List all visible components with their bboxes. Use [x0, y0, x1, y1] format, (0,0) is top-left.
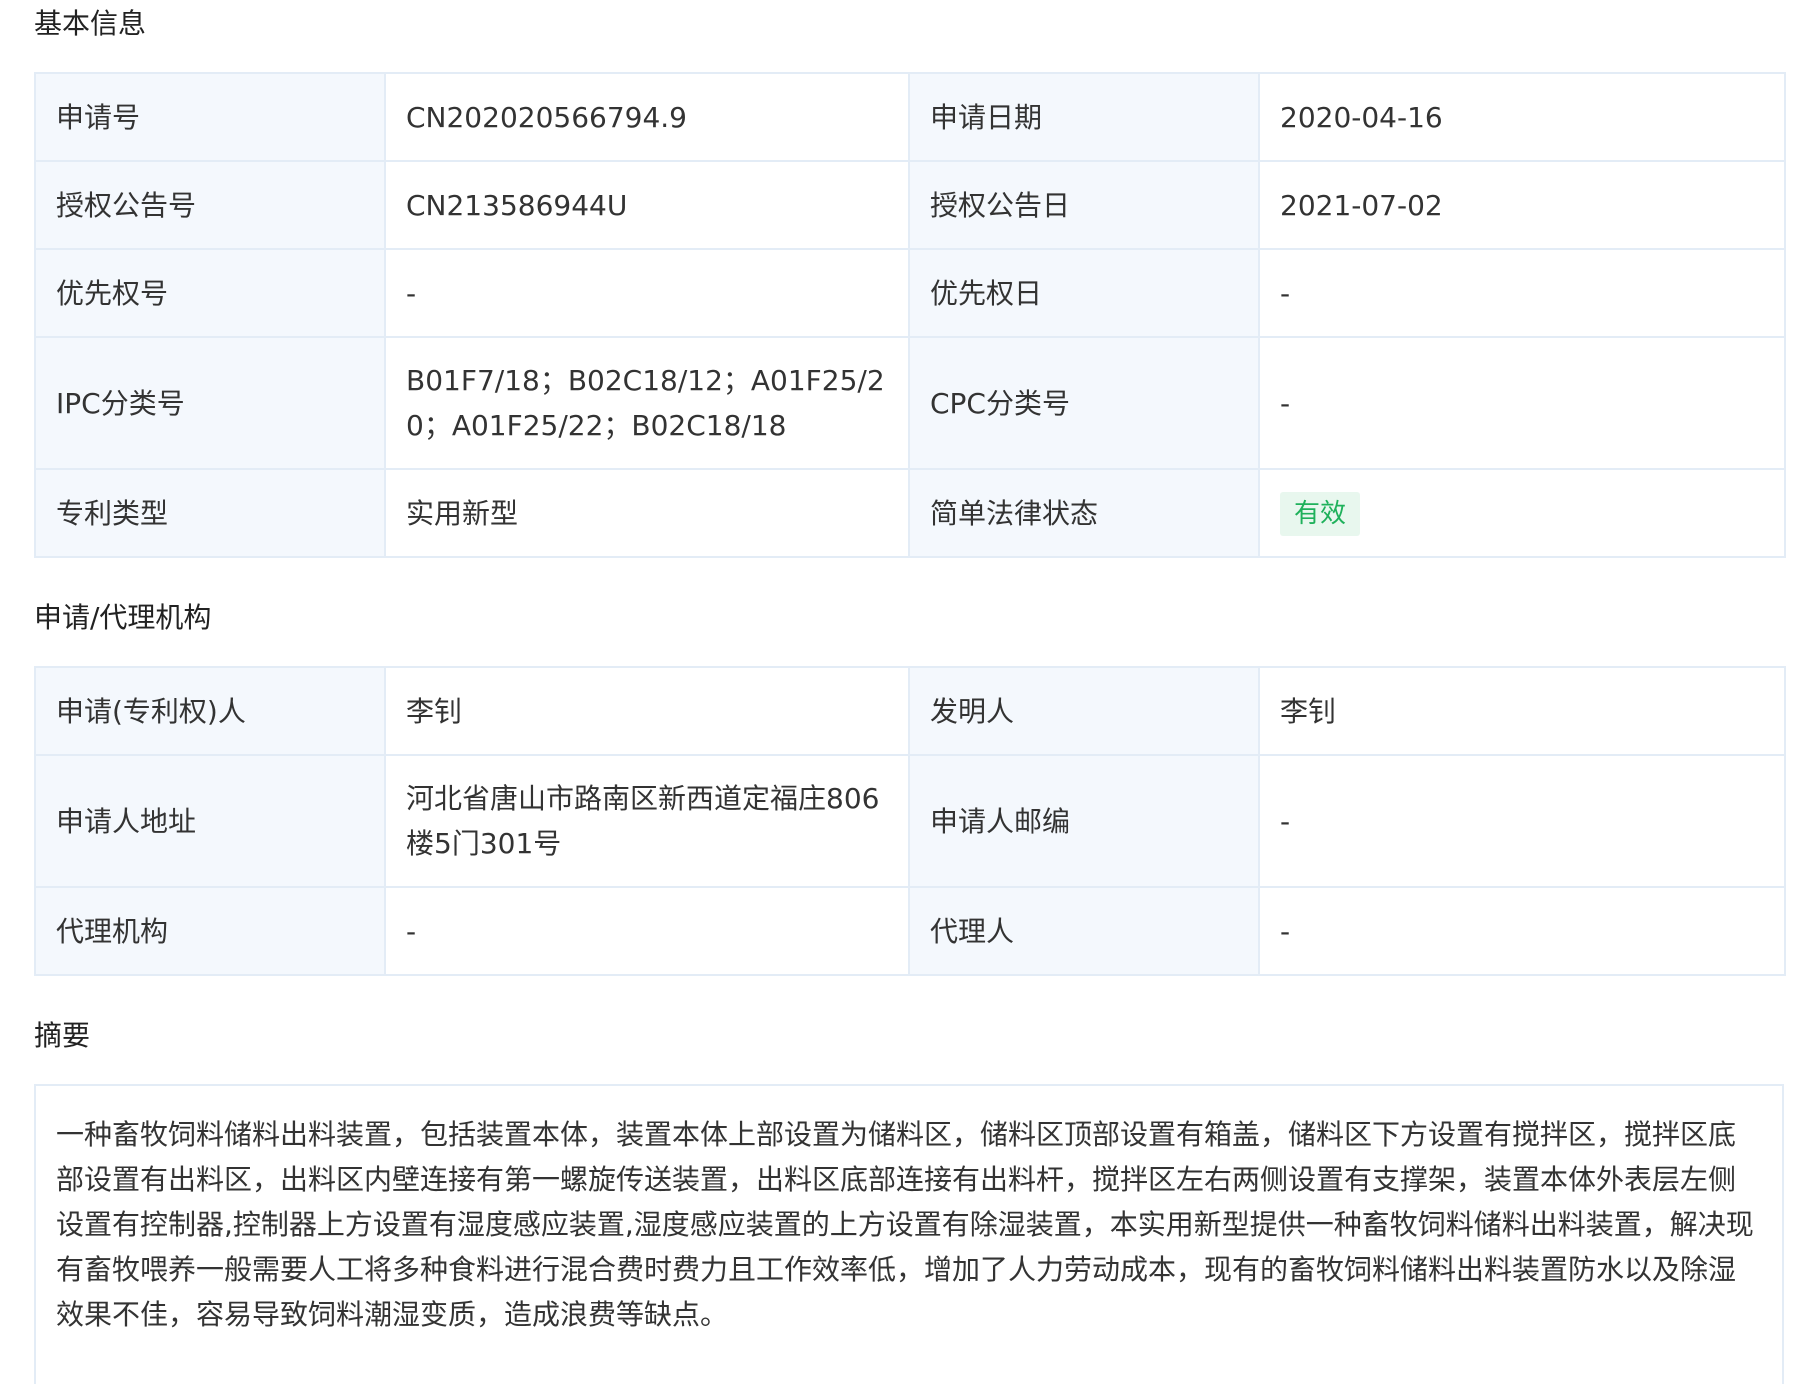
applicant-postcode-label: 申请人邮编: [908, 754, 1260, 888]
section-title-abstract: 摘要: [34, 1019, 91, 1052]
priority-number-value: -: [384, 248, 910, 338]
legal-status-label: 简单法律状态: [908, 468, 1260, 558]
inventor-value: 李钊: [1258, 666, 1786, 756]
application-date-value: 2020-04-16: [1258, 72, 1786, 162]
table-row: 申请(专利权)人 李钊 发明人 李钊: [34, 666, 1786, 756]
table-row: 优先权号 - 优先权日 -: [34, 248, 1786, 338]
table-row: 代理机构 - 代理人 -: [34, 886, 1786, 976]
priority-number-label: 优先权号: [34, 248, 386, 338]
applicant-address-label: 申请人地址: [34, 754, 386, 888]
applicant-postcode-value: -: [1258, 754, 1786, 888]
status-badge: 有效: [1280, 492, 1361, 536]
priority-date-label: 优先权日: [908, 248, 1260, 338]
section-title-basic-info: 基本信息: [34, 7, 147, 40]
applicant-value: 李钊: [384, 666, 910, 756]
agency-label: 代理机构: [34, 886, 386, 976]
applicant-address-value: 河北省唐山市路南区新西道定福庄806楼5门301号: [384, 754, 910, 888]
priority-date-value: -: [1258, 248, 1786, 338]
basic-info-table: 申请号 CN202020566794.9 申请日期 2020-04-16 授权公…: [34, 72, 1786, 558]
cpc-class-label: CPC分类号: [908, 336, 1260, 470]
application-number-label: 申请号: [34, 72, 386, 162]
grant-date-label: 授权公告日: [908, 160, 1260, 250]
inventor-label: 发明人: [908, 666, 1260, 756]
agent-value: -: [1258, 886, 1786, 976]
patent-type-value: 实用新型: [384, 468, 910, 558]
patent-type-label: 专利类型: [34, 468, 386, 558]
grant-number-label: 授权公告号: [34, 160, 386, 250]
table-row: 授权公告号 CN213586944U 授权公告日 2021-07-02: [34, 160, 1786, 250]
ipc-class-label: IPC分类号: [34, 336, 386, 470]
legal-status-cell: 有效: [1258, 468, 1786, 558]
agent-label: 代理人: [908, 886, 1260, 976]
grant-number-value: CN213586944U: [384, 160, 910, 250]
abstract-text: 一种畜牧饲料储料出料装置，包括装置本体，装置本体上部设置为储料区，储料区顶部设置…: [34, 1084, 1784, 1384]
agency-table: 申请(专利权)人 李钊 发明人 李钊 申请人地址 河北省唐山市路南区新西道定福庄…: [34, 666, 1786, 976]
table-row: 申请号 CN202020566794.9 申请日期 2020-04-16: [34, 72, 1786, 162]
grant-date-value: 2021-07-02: [1258, 160, 1786, 250]
ipc-class-value: B01F7/18；B02C18/12；A01F25/20；A01F25/22；B…: [384, 336, 910, 470]
applicant-label: 申请(专利权)人: [34, 666, 386, 756]
table-row: 专利类型 实用新型 简单法律状态 有效: [34, 468, 1786, 558]
patent-detail: 基本信息 申请号 CN202020566794.9 申请日期 2020-04-1…: [34, 0, 1786, 1384]
table-row: IPC分类号 B01F7/18；B02C18/12；A01F25/20；A01F…: [34, 336, 1786, 470]
section-title-agency: 申请/代理机构: [34, 601, 212, 634]
application-date-label: 申请日期: [908, 72, 1260, 162]
agency-value: -: [384, 886, 910, 976]
application-number-value: CN202020566794.9: [384, 72, 910, 162]
table-row: 申请人地址 河北省唐山市路南区新西道定福庄806楼5门301号 申请人邮编 -: [34, 754, 1786, 888]
cpc-class-value: -: [1258, 336, 1786, 470]
